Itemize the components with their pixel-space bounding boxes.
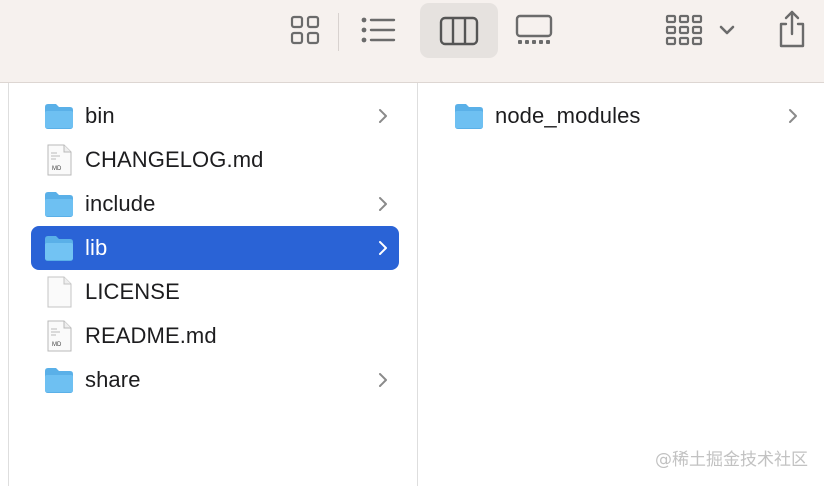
svg-text:MD: MD <box>52 166 62 172</box>
column-2: node_modules <box>419 83 824 486</box>
chevron-right-icon <box>789 109 797 123</box>
item-label: LICENSE <box>85 279 180 304</box>
column-view-icon <box>439 16 479 45</box>
list-item[interactable]: LICENSE <box>31 270 399 314</box>
list-item[interactable]: MD README.md <box>31 314 399 358</box>
folder-icon <box>43 232 75 264</box>
chevron-down-icon <box>719 25 735 35</box>
list-item[interactable]: node_modules <box>441 94 809 138</box>
share-button[interactable] <box>772 6 812 52</box>
group-by-button[interactable] <box>660 10 740 50</box>
list-view-icon <box>361 17 396 43</box>
icon-view-button[interactable] <box>284 10 326 50</box>
column-1: bin MD CHANGELOG.md include lib LICENSE … <box>8 83 418 486</box>
toolbar-separator <box>338 13 339 51</box>
column-view-button[interactable] <box>420 3 498 58</box>
chevron-right-icon <box>379 109 387 123</box>
markdown-file-icon: MD <box>43 144 75 176</box>
item-label: node_modules <box>495 103 641 128</box>
folder-icon <box>43 100 75 132</box>
file-icon <box>43 276 75 308</box>
item-label: bin <box>85 103 115 128</box>
item-label: README.md <box>85 323 217 348</box>
list-item[interactable]: include <box>31 182 399 226</box>
item-label: include <box>85 191 156 216</box>
finder-toolbar <box>0 0 824 83</box>
list-item[interactable]: bin <box>31 94 399 138</box>
gallery-view-button[interactable] <box>510 10 558 50</box>
list-item-selected[interactable]: lib <box>31 226 399 270</box>
list-view-button[interactable] <box>356 10 400 50</box>
folder-icon <box>43 188 75 220</box>
watermark: @稀土掘金技术社区 <box>655 450 808 470</box>
item-label: CHANGELOG.md <box>85 147 264 172</box>
markdown-file-icon: MD <box>43 320 75 352</box>
folder-icon <box>43 364 75 396</box>
group-by-icon <box>665 14 703 46</box>
list-item[interactable]: share <box>31 358 399 402</box>
icon-view-grid-icon <box>290 15 320 45</box>
gallery-view-icon <box>515 14 553 44</box>
chevron-right-icon <box>379 197 387 211</box>
chevron-right-icon <box>379 373 387 387</box>
item-label: lib <box>85 235 108 260</box>
chevron-right-icon <box>379 241 387 255</box>
svg-text:MD: MD <box>52 342 62 348</box>
share-icon <box>779 10 805 48</box>
item-label: share <box>85 367 141 392</box>
list-item[interactable]: MD CHANGELOG.md <box>31 138 399 182</box>
folder-icon <box>453 100 485 132</box>
